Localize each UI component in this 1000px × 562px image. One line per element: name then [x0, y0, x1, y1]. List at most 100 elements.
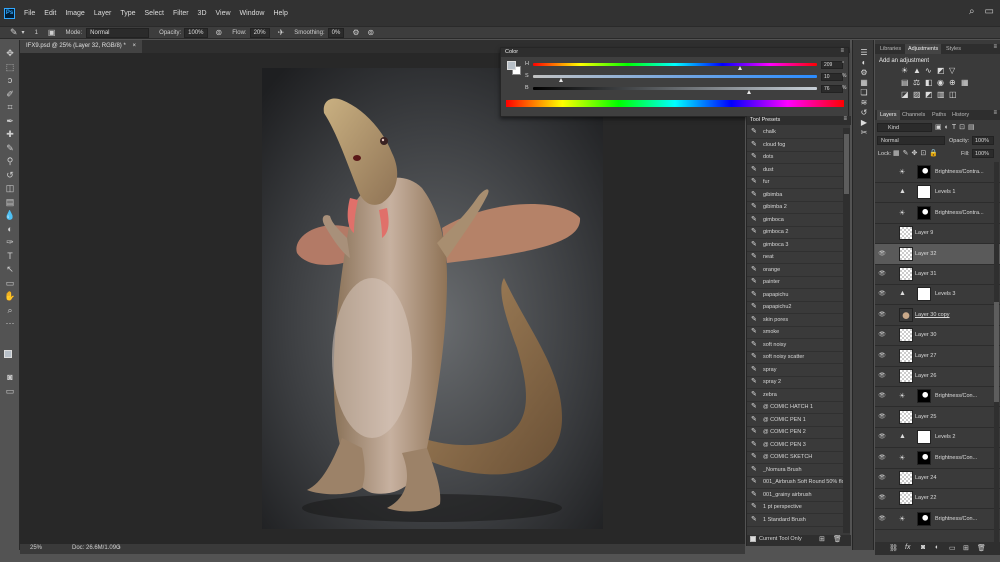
menu-type[interactable]: Type	[120, 10, 135, 17]
layer-row[interactable]: 👁 Layer 26	[875, 366, 1000, 387]
curves-icon[interactable]: ∿	[925, 66, 932, 75]
preset-item[interactable]: ✎ smoke	[747, 326, 843, 339]
layer-row[interactable]: 👁 Layer 22	[875, 488, 1000, 510]
visibility-eye-icon[interactable]: 👁	[878, 311, 886, 319]
blur-tool-icon[interactable]: 💧	[4, 210, 16, 220]
lasso-tool-icon[interactable]: ↄ	[4, 75, 16, 85]
slider-thumb-s[interactable]	[559, 78, 564, 82]
close-icon[interactable]: ×	[132, 43, 136, 49]
visibility-eye-icon[interactable]: 👁	[878, 331, 886, 339]
layer-row[interactable]: ▲ Levels 1	[875, 182, 1000, 204]
color-lookup-icon[interactable]: ▦	[961, 78, 969, 87]
pen-tool-icon[interactable]: ✑	[4, 237, 16, 247]
visibility-eye-icon[interactable]: 👁	[878, 250, 886, 258]
invert-icon[interactable]: ◪	[901, 90, 909, 99]
current-tool-only-checkbox[interactable]	[750, 536, 756, 542]
photo-filter-icon[interactable]: ◉	[937, 78, 944, 87]
slider-thumb-h[interactable]	[738, 66, 743, 70]
preset-item[interactable]: ✎ soft noisy	[747, 339, 843, 352]
preset-item[interactable]: ✎ dust	[747, 164, 843, 177]
fx-icon[interactable]: fx	[905, 544, 910, 551]
adjustments-icon[interactable]: ◐	[858, 58, 870, 67]
preset-item[interactable]: ✎ spray	[747, 364, 843, 377]
layers-scrollbar[interactable]	[994, 162, 999, 542]
panel-menu-icon[interactable]: ≡	[993, 44, 997, 50]
hand-tool-icon[interactable]: ✋	[4, 291, 16, 301]
layer-thumbnail[interactable]	[899, 307, 913, 322]
slider-value-h[interactable]: 209	[821, 61, 843, 69]
folder-icon[interactable]: ▭	[949, 544, 956, 552]
layer-thumbnail[interactable]	[899, 369, 913, 383]
mode-select[interactable]: Normal	[86, 27, 150, 38]
preset-item[interactable]: ✎ soft noisy scatter	[747, 351, 843, 364]
menu-help[interactable]: Help	[273, 10, 287, 17]
pressure-opacity-icon[interactable]: ⊚	[216, 28, 223, 37]
channels-icon[interactable]: ≋	[858, 98, 870, 107]
dodge-tool-icon[interactable]: ◐	[4, 224, 16, 234]
shape-tool-icon[interactable]: ▭	[4, 278, 16, 288]
layer-row[interactable]: 👁 Layer 32	[875, 243, 1000, 265]
preset-item[interactable]: ✎ @ COMIC SKETCH	[747, 451, 843, 464]
gradient-map-icon[interactable]: ▥	[937, 90, 945, 99]
visibility-eye-icon[interactable]: 👁	[878, 352, 886, 360]
layer-opacity-field[interactable]: 100%	[972, 136, 994, 145]
layer-row[interactable]: 👁 Layer 27	[875, 346, 1000, 367]
tab-styles[interactable]: Styles	[943, 44, 964, 54]
preset-item[interactable]: ✎ cloud fog	[747, 139, 843, 152]
document-tab[interactable]: IFX9.psd @ 25% (Layer 32, RGB/8) * ×	[20, 40, 142, 53]
visibility-eye-icon[interactable]	[878, 188, 886, 196]
preset-item[interactable]: ✎ chalk	[747, 126, 843, 139]
preset-item[interactable]: ✎ orange	[747, 264, 843, 277]
visibility-eye-icon[interactable]: 👁	[878, 433, 886, 441]
flow-field[interactable]: 20%	[249, 27, 270, 38]
menu-filter[interactable]: Filter	[173, 10, 189, 17]
layer-thumbnail[interactable]	[899, 409, 913, 424]
slider-thumb-b[interactable]	[746, 90, 751, 94]
levels-icon[interactable]: ▲	[913, 66, 921, 75]
preset-item[interactable]: ✎ 001_grainy airbrush	[747, 489, 843, 502]
brush-tool-icon[interactable]: ✎	[10, 27, 18, 38]
visibility-eye-icon[interactable]: 👁	[878, 392, 886, 400]
layer-mask-thumbnail[interactable]	[917, 389, 931, 404]
properties-icon[interactable]: ⚙	[858, 68, 870, 77]
layer-row[interactable]: 👁 ☀ Brightness/Con...	[875, 386, 1000, 408]
layer-thumbnail[interactable]	[899, 226, 913, 241]
swatches-icon[interactable]: ▦	[858, 78, 870, 87]
adjustment-layer-icon[interactable]: ◐	[935, 544, 939, 551]
layer-row[interactable]: 👁 Layer 30 copy	[875, 305, 1000, 326]
layer-row[interactable]: ☀ Brightness/Contra...	[875, 162, 1000, 183]
preset-item[interactable]: ✎ neat	[747, 251, 843, 264]
brush-panel-icon[interactable]: ▣	[48, 28, 56, 37]
lock-icons[interactable]: ▦✎✥⊡🔒	[893, 149, 941, 157]
visibility-eye-icon[interactable]: 👁	[878, 413, 886, 421]
layer-thumbnail[interactable]	[899, 491, 913, 506]
layer-row[interactable]: 👁 Layer 31	[875, 264, 1000, 285]
preset-item[interactable]: ✎ zebra	[747, 389, 843, 402]
history-icon[interactable]: ↺	[858, 108, 870, 117]
gear-icon[interactable]: ⚙	[352, 28, 359, 37]
panel-menu-icon[interactable]: ≡	[840, 48, 844, 54]
layer-thumbnail[interactable]	[899, 246, 913, 261]
blend-mode-select[interactable]: Normal	[877, 136, 945, 145]
black-white-icon[interactable]: ◧	[925, 78, 933, 87]
layers-scroll-thumb[interactable]	[994, 302, 999, 402]
preset-item[interactable]: ✎ papapichu	[747, 289, 843, 302]
menu-view[interactable]: View	[216, 10, 231, 17]
clone-stamp-tool-icon[interactable]: ⚲	[4, 156, 16, 166]
tab-layers[interactable]: Layers	[877, 110, 900, 120]
marquee-tool-icon[interactable]: ⬚	[4, 62, 16, 72]
layer-mask-thumbnail[interactable]	[917, 511, 931, 526]
layer-row[interactable]: 👁 ▲ Levels 3	[875, 284, 1000, 306]
layer-mask-thumbnail[interactable]	[917, 450, 931, 465]
vibrance-icon[interactable]: ▽	[949, 66, 955, 75]
menu-image[interactable]: Image	[65, 10, 84, 17]
preset-item[interactable]: ✎ 001_Airbrush Soft Round 50% flow	[747, 476, 849, 489]
new-layer-icon[interactable]: ⊞	[963, 544, 969, 552]
zoom-tool-icon[interactable]: ⌕	[4, 305, 16, 315]
preset-item[interactable]: ✎ skin pores	[747, 314, 843, 327]
tools-icon[interactable]: ✂	[858, 128, 870, 137]
layer-mask-thumbnail[interactable]	[917, 165, 931, 179]
layer-thumbnail[interactable]	[899, 471, 913, 485]
slider-track-s[interactable]	[533, 75, 817, 78]
layer-row[interactable]: Layer 9	[875, 223, 1000, 245]
